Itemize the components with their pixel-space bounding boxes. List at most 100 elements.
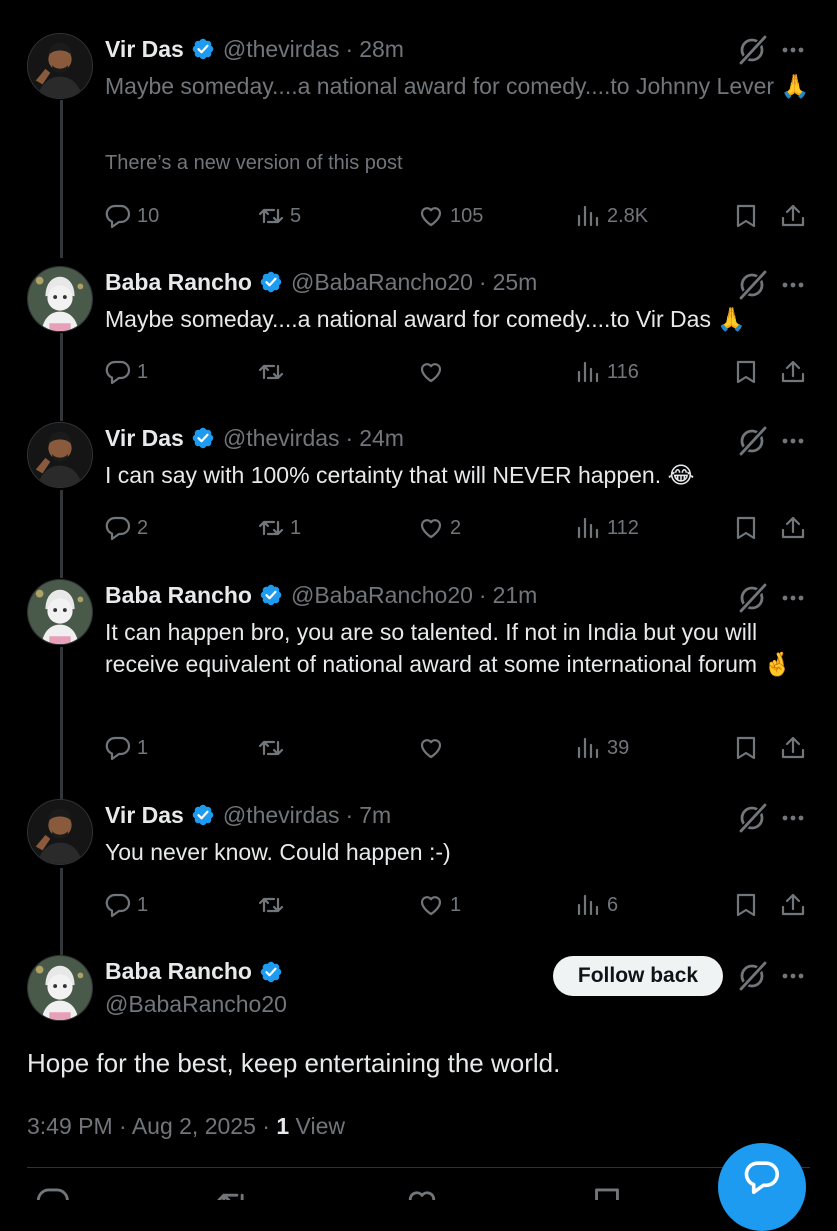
post-time[interactable]: 25m [493,269,538,296]
action-bar: 1 39 [105,731,810,765]
avatar[interactable] [27,266,93,332]
action-bar: 1 116 [105,355,810,389]
more-icon[interactable] [780,801,806,835]
thread-line [60,333,63,421]
post-time[interactable]: 21m [493,582,538,609]
repost-icon[interactable] [216,1186,250,1200]
grok-icon[interactable] [735,581,769,615]
post-time[interactable]: 28m [359,36,404,63]
repost-button[interactable] [258,355,290,389]
author-handle[interactable]: @BabaRancho20 [291,269,473,296]
grok-icon[interactable] [735,424,769,458]
author-name[interactable]: Vir Das [105,36,184,63]
reply-button[interactable]: 1 [105,355,148,389]
views-button[interactable]: 112 [575,511,639,545]
post-time[interactable]: 7m [359,802,391,829]
grok-icon[interactable] [735,268,769,302]
like-icon[interactable] [405,1186,439,1200]
new-version-note[interactable]: There’s a new version of this post [105,152,403,175]
separator: · [345,424,354,451]
bookmark-button[interactable] [733,888,759,922]
repost-button[interactable]: 1 [258,511,301,545]
more-icon[interactable] [780,268,806,302]
views-button[interactable]: 39 [575,731,629,765]
share-button[interactable] [780,199,806,233]
reply-icon[interactable] [36,1186,70,1200]
bookmark-button[interactable] [733,199,759,233]
like-button[interactable]: 1 [418,888,461,922]
more-icon[interactable] [780,581,806,615]
author-handle[interactable]: @thevirdas [223,36,340,63]
author-handle[interactable]: @BabaRancho20 [291,582,473,609]
reply-button[interactable]: 10 [105,199,159,233]
views-button[interactable]: 6 [575,888,618,922]
repost-button[interactable]: 5 [258,199,301,233]
author-handle[interactable]: @thevirdas [223,802,340,829]
avatar[interactable] [27,579,93,645]
share-icon [780,735,806,761]
verified-badge-icon [191,426,215,450]
follow-back-button[interactable]: Follow back [553,956,723,996]
bookmark-icon[interactable] [590,1186,624,1200]
share-button[interactable] [780,511,806,545]
author-name[interactable]: Baba Rancho [105,958,252,985]
views-button[interactable]: 2.8K [575,199,648,233]
thread-line [60,100,63,258]
share-icon [780,515,806,541]
like-button[interactable]: 105 [418,199,483,233]
views-count: 39 [607,736,630,759]
repost-icon [258,892,284,918]
separator: · [262,1113,277,1139]
like-icon [418,359,444,385]
share-button[interactable] [780,355,806,389]
author-name[interactable]: Vir Das [105,802,184,829]
reply-count: 1 [137,360,149,383]
repost-icon [258,203,284,229]
repost-count: 1 [290,516,302,539]
author-name[interactable]: Baba Rancho [105,582,252,609]
author-name[interactable]: Vir Das [105,425,184,452]
reply-button[interactable]: 1 [105,888,148,922]
avatar[interactable] [27,422,93,488]
views-count: 6 [607,893,619,916]
views-button[interactable]: 116 [575,355,639,389]
reply-button[interactable]: 1 [105,731,148,765]
avatar[interactable] [27,799,93,865]
bookmark-icon [733,735,759,761]
separator: · [345,801,354,828]
repost-icon [258,359,284,385]
compose-reply-button[interactable] [718,1143,806,1231]
author-handle[interactable]: @BabaRancho20 [105,991,287,1018]
grok-icon[interactable] [735,801,769,835]
post-time[interactable]: 24m [359,425,404,452]
bookmark-button[interactable] [733,511,759,545]
like-button[interactable] [418,731,450,765]
views-icon [575,892,601,918]
more-icon[interactable] [780,33,806,67]
avatar[interactable] [27,955,93,1021]
reply-button[interactable]: 2 [105,511,148,545]
post-text: It can happen bro, you are so talented. … [105,619,793,677]
more-icon[interactable] [780,959,806,993]
post-time[interactable]: 3:49 PM [27,1113,113,1139]
share-button[interactable] [780,731,806,765]
thread-line [60,647,63,799]
like-button[interactable] [418,355,450,389]
post-date[interactable]: Aug 2, 2025 [132,1113,256,1139]
grok-icon[interactable] [735,33,769,67]
post-header: Baba Rancho @BabaRancho20 · 21m [105,579,537,611]
grok-icon[interactable] [735,959,769,993]
more-icon[interactable] [780,424,806,458]
reply-icon [105,515,131,541]
like-button[interactable]: 2 [418,511,461,545]
repost-button[interactable] [258,731,290,765]
author-name[interactable]: Baba Rancho [105,269,252,296]
author-handle[interactable]: @thevirdas [223,425,340,452]
post-text: I can say with 100% certainty that will … [105,462,695,488]
post-text: Maybe someday....a national award for co… [105,306,746,332]
share-button[interactable] [780,888,806,922]
bookmark-button[interactable] [733,731,759,765]
repost-button[interactable] [258,888,290,922]
avatar[interactable] [27,33,93,99]
bookmark-button[interactable] [733,355,759,389]
